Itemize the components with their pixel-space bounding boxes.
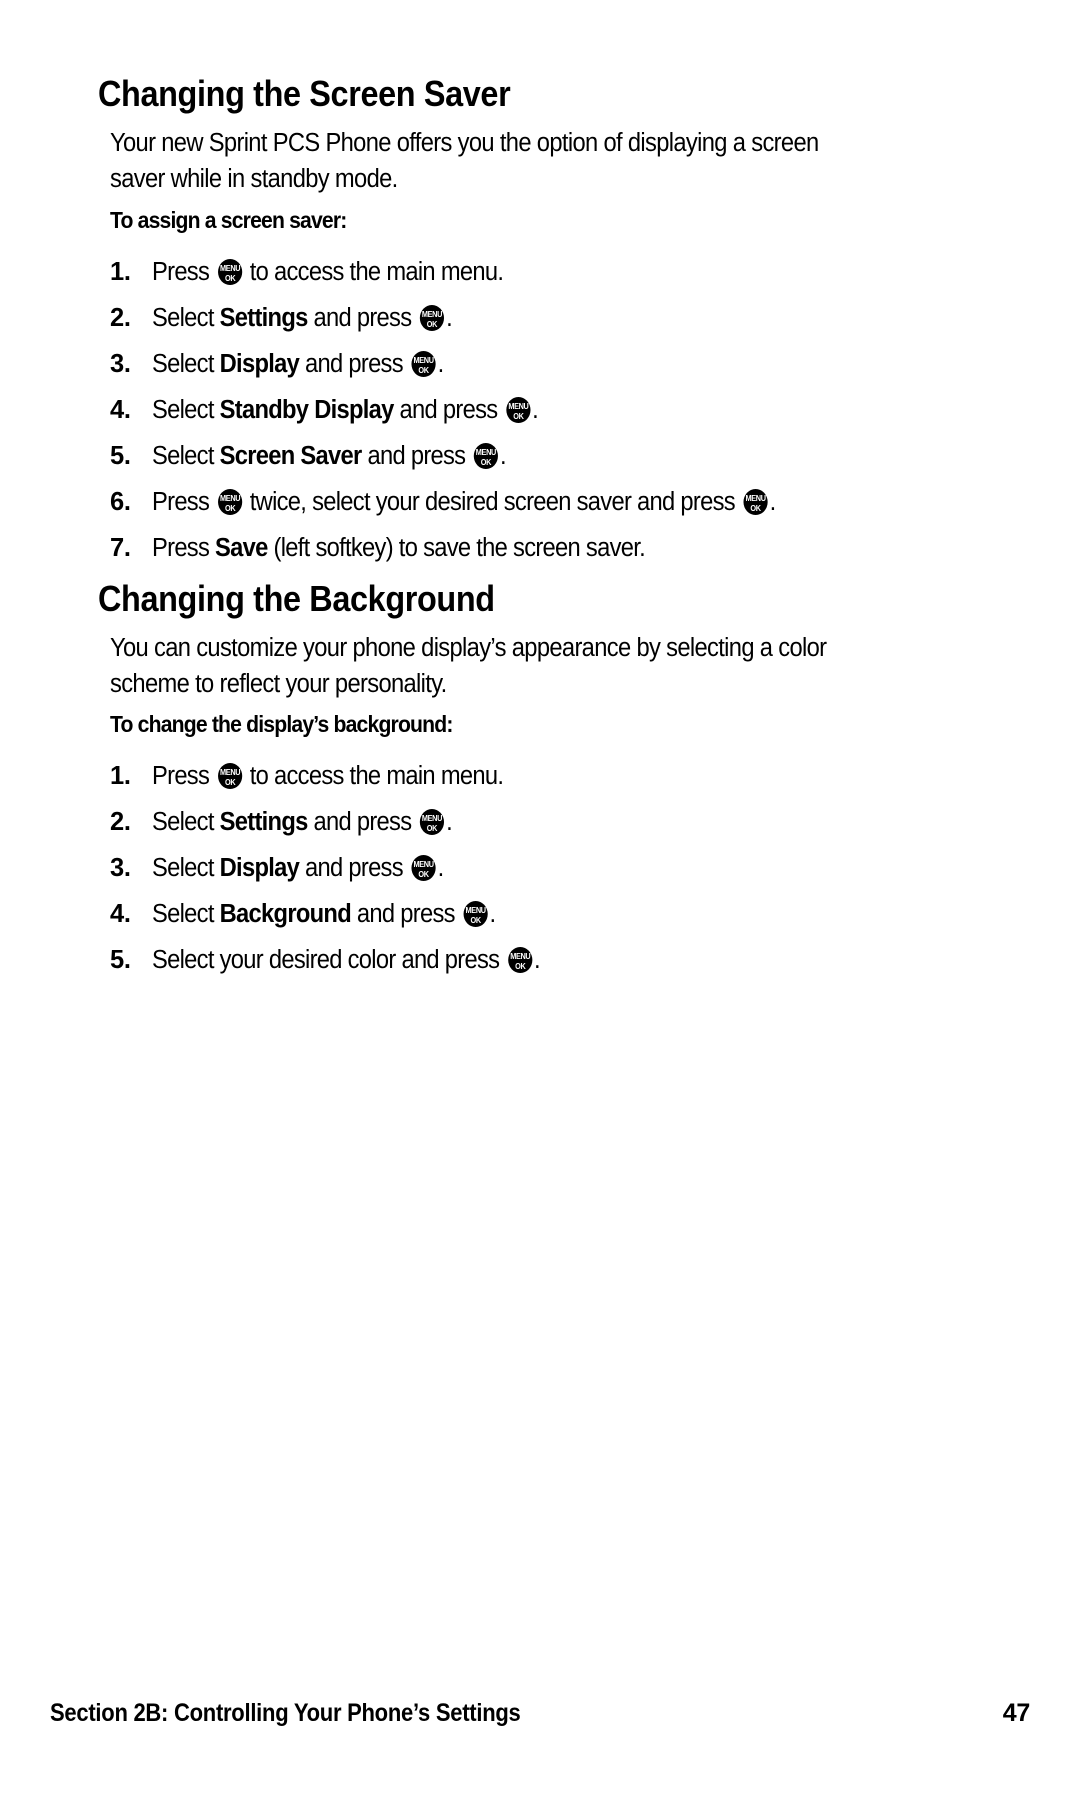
menu-ok-icon-bottom-label: OK	[418, 868, 429, 879]
softkey-name: Save	[215, 534, 268, 562]
step-number: 1.	[110, 762, 131, 790]
step-number: 7.	[110, 534, 131, 562]
menu-ok-icon-bottom-label: OK	[480, 456, 492, 467]
menu-ok-icon-top-label: MENU	[219, 492, 241, 503]
menu-ok-icon-bottom-label: OK	[426, 822, 438, 833]
list-item: 2. Select Settings and press MENU OK.	[110, 295, 1010, 341]
menu-option-name: Display	[219, 854, 300, 882]
menu-ok-icon-top-label: MENU	[422, 812, 443, 823]
menu-ok-icon[interactable]: MENU OK	[217, 259, 243, 285]
menu-ok-icon-bottom-label: OK	[224, 776, 236, 787]
step-text: Select Screen Saver and press MENU OK.	[152, 442, 507, 470]
intro-line-2: scheme to reflect your personality.	[110, 670, 447, 698]
step-text: Select Display and press MENU OK.	[152, 350, 444, 378]
menu-ok-icon[interactable]: MENU OK	[411, 855, 436, 881]
step-number: 5.	[110, 946, 131, 974]
menu-ok-icon-top-label: MENU	[219, 262, 241, 273]
menu-ok-icon-top-label: MENU	[422, 308, 443, 319]
menu-ok-icon-bottom-label: OK	[426, 318, 438, 329]
menu-ok-icon-top-label: MENU	[413, 858, 435, 869]
menu-ok-icon-bottom-label: OK	[513, 410, 524, 421]
list-item: 3. Select Display and press MENU OK.	[110, 341, 1010, 387]
menu-ok-icon-bottom-label: OK	[224, 502, 236, 513]
menu-ok-icon[interactable]: MENU OK	[217, 489, 243, 515]
menu-option-name: Screen Saver	[219, 442, 363, 470]
page-title-background: Changing the Background	[98, 578, 495, 619]
list-item: 2. Select Settings and press MENU OK.	[110, 799, 1010, 845]
list-item: 5. Select your desired color and press M…	[110, 937, 1010, 983]
steps-list-screen-saver: 1. Press MENU OK to access the main menu.…	[110, 249, 1010, 571]
intro-paragraph-background: You can customize your phone display’s a…	[110, 630, 947, 702]
subheading-change-background: To change the display’s background:	[110, 711, 453, 737]
menu-option-name: Background	[219, 900, 352, 928]
intro-line-2: saver while in standby mode.	[110, 165, 398, 193]
menu-ok-icon[interactable]: MENU OK	[463, 901, 488, 927]
step-number: 1.	[110, 258, 131, 286]
step-number: 3.	[110, 350, 131, 378]
step-text: Press MENU OK to access the main menu.	[152, 258, 504, 286]
step-text: Select your desired color and press MENU…	[152, 946, 541, 974]
menu-ok-icon[interactable]: MENU OK	[420, 809, 445, 835]
list-item: 4. Select Background and press MENU OK.	[110, 891, 1010, 937]
step-text: Select Settings and press MENU OK.	[152, 808, 453, 836]
menu-ok-icon-bottom-label: OK	[418, 364, 429, 375]
step-number: 2.	[110, 808, 131, 836]
intro-line-1: You can customize your phone display’s a…	[110, 634, 827, 662]
step-text: Select Settings and press MENU OK.	[152, 304, 453, 332]
menu-option-name: Settings	[219, 808, 309, 836]
step-number: 4.	[110, 396, 131, 424]
menu-option-name: Standby Display	[219, 396, 395, 424]
menu-ok-icon-top-label: MENU	[509, 950, 531, 961]
list-item: 1. Press MENU OK to access the main menu.	[110, 753, 1010, 799]
menu-ok-icon[interactable]: MENU OK	[420, 305, 445, 331]
step-number: 5.	[110, 442, 131, 470]
step-number: 2.	[110, 304, 131, 332]
menu-option-name: Settings	[219, 304, 309, 332]
step-text: Select Standby Display and press MENU OK.	[152, 396, 539, 424]
step-text: Press MENU OK twice, select your desired …	[152, 488, 776, 516]
list-item: 3. Select Display and press MENU OK.	[110, 845, 1010, 891]
list-item: 4. Select Standby Display and press MENU…	[110, 387, 1010, 433]
menu-ok-icon-top-label: MENU	[465, 904, 486, 915]
menu-ok-icon[interactable]: MENU OK	[506, 397, 531, 423]
menu-ok-icon[interactable]: MENU OK	[474, 443, 499, 469]
step-text: Select Display and press MENU OK.	[152, 854, 444, 882]
list-item: 1. Press MENU OK to access the main menu.	[110, 249, 1010, 295]
menu-ok-icon[interactable]: MENU OK	[217, 763, 243, 789]
page-number: 47	[1002, 1699, 1031, 1727]
menu-ok-icon-top-label: MENU	[476, 446, 497, 457]
menu-ok-icon-top-label: MENU	[508, 400, 529, 411]
menu-ok-icon[interactable]: MENU OK	[508, 947, 533, 973]
page-footer: Section 2B: Controlling Your Phone’s Set…	[50, 1699, 1030, 1728]
step-text: Select Background and press MENU OK.	[152, 900, 496, 928]
menu-ok-icon[interactable]: MENU OK	[411, 351, 436, 377]
page-title-screen-saver: Changing the Screen Saver	[98, 73, 511, 114]
steps-list-background: 1. Press MENU OK to access the main menu.…	[110, 753, 1010, 983]
menu-ok-icon[interactable]: MENU OK	[743, 489, 768, 515]
menu-ok-icon-bottom-label: OK	[470, 914, 481, 925]
menu-ok-icon-top-label: MENU	[219, 766, 241, 777]
list-item: 6. Press MENU OK twice, select your desir…	[110, 479, 1010, 525]
step-text: Press MENU OK to access the main menu.	[152, 762, 504, 790]
menu-ok-icon-bottom-label: OK	[224, 272, 236, 283]
list-item: 5. Select Screen Saver and press MENU OK.	[110, 433, 1010, 479]
footer-section-label: Section 2B: Controlling Your Phone’s Set…	[50, 1699, 521, 1727]
subheading-assign-screen-saver: To assign a screen saver:	[110, 207, 347, 233]
step-number: 4.	[110, 900, 131, 928]
step-text: Press Save (left softkey) to save the sc…	[152, 534, 646, 562]
step-number: 3.	[110, 854, 131, 882]
menu-ok-icon-top-label: MENU	[745, 492, 767, 503]
intro-paragraph-screen-saver: Your new Sprint PCS Phone offers you the…	[110, 125, 928, 197]
list-item: 7. Press Save (left softkey) to save the…	[110, 525, 1010, 571]
intro-line-1: Your new Sprint PCS Phone offers you the…	[110, 129, 819, 157]
manual-page: Changing the Screen Saver Your new Sprin…	[0, 0, 1080, 1800]
step-number: 6.	[110, 488, 131, 516]
menu-ok-icon-bottom-label: OK	[514, 960, 526, 971]
menu-ok-icon-top-label: MENU	[413, 354, 435, 365]
menu-option-name: Display	[219, 350, 300, 378]
menu-ok-icon-bottom-label: OK	[750, 502, 762, 513]
